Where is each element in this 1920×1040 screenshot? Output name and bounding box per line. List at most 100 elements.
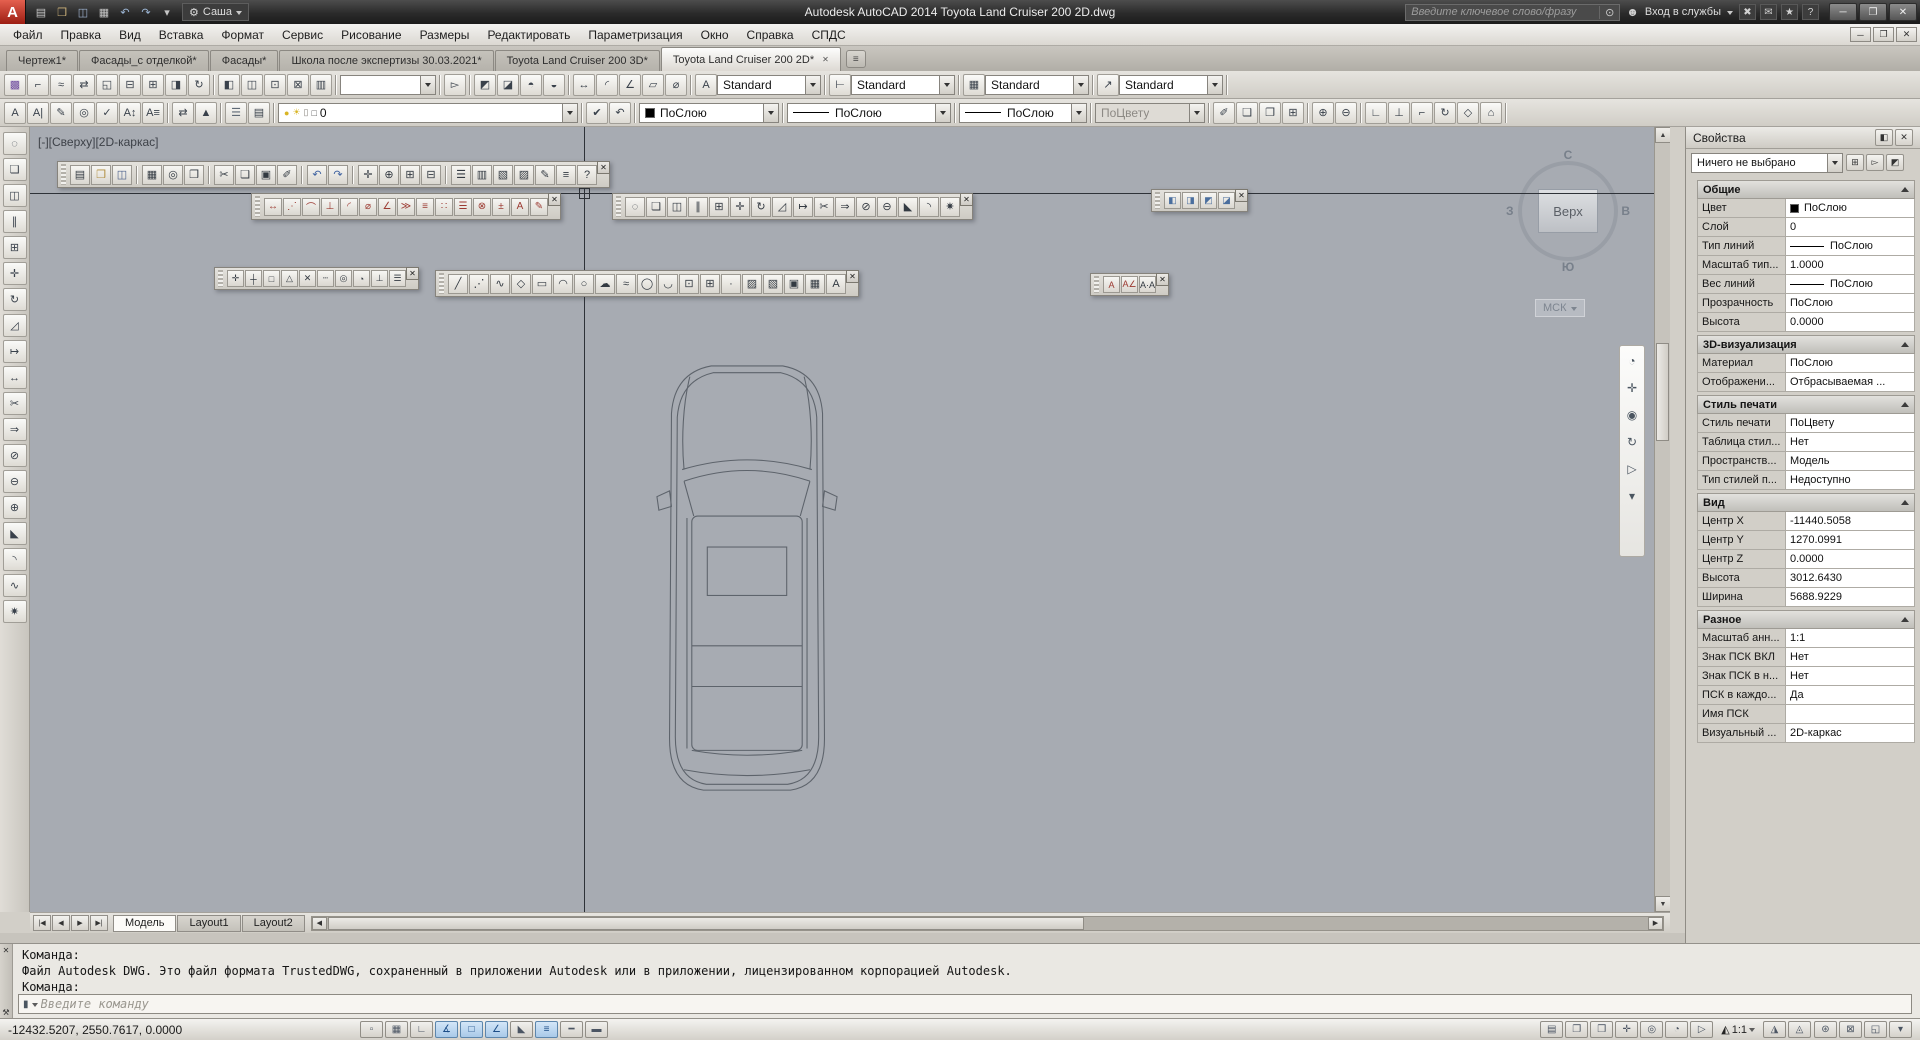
doc-close-button[interactable]: ✕ [1896, 27, 1917, 42]
stretch-icon[interactable]: ↦ [793, 196, 813, 217]
document-tab[interactable]: Toyota Land Cruiser 200 3D* [494, 50, 660, 71]
trim-icon[interactable]: ✂ [814, 196, 834, 217]
snap-endpoint-icon[interactable]: □ [263, 270, 280, 287]
annotation-update-icon[interactable]: ▲ [195, 101, 217, 124]
arc-icon[interactable]: ◠ [553, 273, 573, 294]
document-tab[interactable]: Чертеж1* [6, 50, 78, 71]
menu-item[interactable]: Вид [110, 24, 150, 45]
dim-space-icon[interactable]: ☰ [454, 197, 472, 216]
find-text-icon[interactable]: ◎ [73, 101, 95, 124]
model-space-button[interactable]: ▤ [1540, 1021, 1564, 1038]
favorites-icon[interactable]: ★ [1781, 4, 1798, 20]
property-row[interactable]: Масштаб анн... 1:1 [1697, 629, 1915, 648]
osnap-toggle[interactable]: □ [460, 1021, 483, 1038]
menu-item[interactable]: Правка [52, 24, 111, 45]
rotate-icon[interactable]: ↻ [751, 196, 771, 217]
spds-update-icon[interactable]: ↻ [188, 73, 210, 96]
spell-check-icon[interactable]: ✓ [96, 101, 118, 124]
property-row[interactable]: Материал ПоСлою [1697, 354, 1915, 373]
palette-autohide-icon[interactable]: ◧ [1875, 129, 1893, 146]
rectangle-icon[interactable]: ▭ [532, 273, 552, 294]
toolbar-grip[interactable] [255, 196, 260, 217]
property-row[interactable]: Стиль печати ПоЦвету [1697, 414, 1915, 433]
menu-item[interactable]: СПДС [803, 24, 855, 45]
layer-on-icon[interactable]: ● [284, 108, 289, 118]
spds-mark-icon[interactable]: ⊡ [264, 73, 286, 96]
qat-save-button[interactable]: ◫ [73, 3, 93, 21]
layout-tab-active[interactable]: Модель [113, 914, 177, 932]
layout-tab[interactable]: Layout2 [241, 914, 305, 932]
command-palette-grip[interactable]: ✕ ⚒ [0, 944, 13, 1019]
dim-break-icon[interactable]: ⊗ [473, 197, 491, 216]
spds-icon[interactable]: ▩ [4, 73, 26, 96]
next-tab-button[interactable]: ▶ [71, 915, 89, 931]
palette-title-bar[interactable]: Свойства ◧ ✕ [1686, 127, 1920, 149]
showmotion-icon[interactable]: ▷ [1623, 460, 1641, 478]
match-properties-button[interactable]: ✐ [277, 164, 297, 185]
scale-icon[interactable]: ◿ [772, 196, 792, 217]
dyn-toggle[interactable]: ≡ [535, 1021, 558, 1038]
close-icon[interactable]: ✕ [597, 161, 610, 174]
chevron-down-icon[interactable] [420, 75, 435, 94]
spds-area-icon[interactable]: ◱ [96, 73, 118, 96]
make-object-layer-current-icon[interactable]: ✔ [586, 101, 608, 124]
ucs-z-axis-icon[interactable]: ↻ [1434, 101, 1456, 124]
help-icon[interactable]: ? [1802, 4, 1819, 20]
insert-block-icon[interactable]: ⊡ [679, 273, 699, 294]
spds-note-icon[interactable]: ⊠ [287, 73, 309, 96]
ucs-icon[interactable]: ∟ [1365, 101, 1387, 124]
workspace-switch-button[interactable]: ⊛ [1814, 1021, 1837, 1038]
property-row[interactable]: Визуальный ... 2D-каркас [1697, 724, 1915, 743]
quick-view-drawings-button[interactable]: ❒ [1590, 1021, 1614, 1038]
copy-icon[interactable]: ❏ [2, 158, 27, 181]
qat-open-button[interactable]: ❒ [52, 3, 72, 21]
spds-grid-icon[interactable]: ◧ [218, 73, 240, 96]
menu-item[interactable]: Вставка [150, 24, 213, 45]
text-style-combo[interactable]: Standard [717, 74, 821, 95]
convert-units-icon[interactable]: ⇄ [172, 101, 194, 124]
dim-text-angle-icon[interactable]: A∠ [1121, 276, 1138, 293]
command-input[interactable] [40, 997, 1907, 1011]
scroll-right-arrow[interactable]: ▶ [1648, 916, 1663, 930]
copy-clip-button[interactable]: ❏ [235, 164, 255, 185]
prev-tab-button[interactable]: ◀ [52, 915, 70, 931]
spds-swap-icon[interactable]: ⇄ [73, 73, 95, 96]
quick-select-button[interactable]: ◩ [1886, 154, 1904, 171]
chevron-down-icon[interactable] [1073, 75, 1088, 94]
measure-area-icon[interactable]: ▱ [642, 73, 664, 96]
dim-diameter-icon[interactable]: ⌀ [359, 197, 377, 216]
spline-icon[interactable]: ≈ [616, 273, 636, 294]
trim-icon[interactable]: ✂ [2, 392, 27, 415]
chevron-down-icon[interactable] [1071, 103, 1086, 122]
spds-scale-combo[interactable] [340, 74, 436, 95]
section-header[interactable]: Разное [1697, 610, 1915, 629]
dim-continue-icon[interactable]: ∷ [435, 197, 453, 216]
navigation-wheel-icon[interactable]: ◔ [1623, 352, 1641, 370]
close-icon[interactable]: ✕ [548, 193, 561, 206]
hide-objects-icon[interactable]: ⊖ [1335, 101, 1357, 124]
zoom-previous-button[interactable]: ⊟ [421, 164, 441, 185]
close-icon[interactable]: ✕ [960, 193, 973, 206]
property-row[interactable]: Тип стилей п... Недоступно [1697, 471, 1915, 490]
break-at-point-icon[interactable]: ⊘ [2, 444, 27, 467]
scroll-left-arrow[interactable]: ◀ [311, 916, 327, 930]
last-tab-button[interactable]: ▶| [90, 915, 108, 931]
dim-linear-icon[interactable]: ↔ [264, 197, 282, 216]
property-row[interactable]: Тип линий ПоСлою [1697, 237, 1915, 256]
text-match-icon[interactable]: A·A [1139, 276, 1156, 293]
ucs-view-icon[interactable]: ◇ [1457, 101, 1479, 124]
table-icon[interactable]: ▦ [805, 273, 825, 294]
break-icon[interactable]: ⊖ [2, 470, 27, 493]
construction-line-icon[interactable]: ⋰ [469, 273, 489, 294]
workspace-combo[interactable]: ⚙ Саша [182, 3, 250, 21]
property-row[interactable]: Пространств... Модель [1697, 452, 1915, 471]
property-row[interactable]: Масштаб тип... 1.0000 [1697, 256, 1915, 275]
gradient-icon[interactable]: ▧ [763, 273, 783, 294]
scale-icon[interactable]: ◿ [2, 314, 27, 337]
dim-edit-icon[interactable]: A [511, 197, 529, 216]
quickcalc-button[interactable]: ≡ [556, 164, 576, 185]
viewcube-north-label[interactable]: С [1564, 148, 1573, 162]
annotation-visibility-button[interactable]: ◮ [1763, 1021, 1786, 1038]
property-row[interactable]: Высота 0.0000 [1697, 313, 1915, 332]
polyline-icon[interactable]: ∿ [490, 273, 510, 294]
